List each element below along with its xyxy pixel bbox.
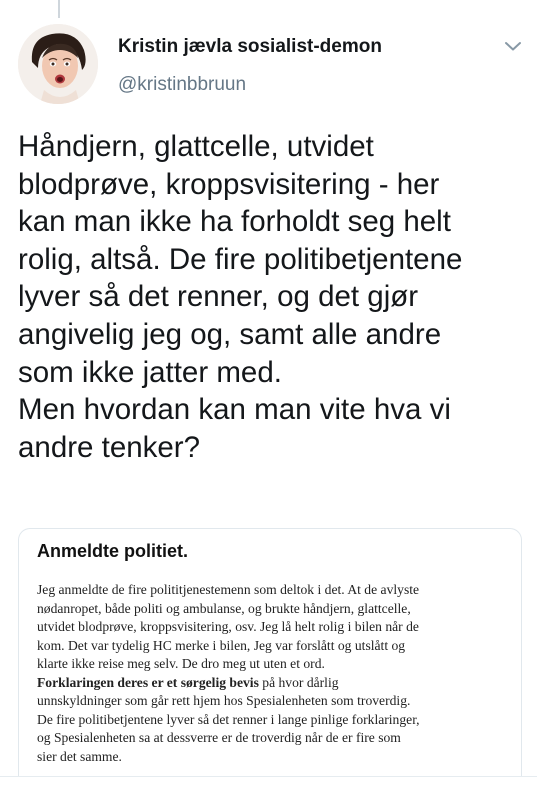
attached-image-line: sier det samme. — [37, 748, 122, 764]
attached-image-line: De fire politibetjentene lyver så det re… — [37, 711, 420, 727]
author-handle[interactable]: @kristinbbruun — [118, 74, 246, 96]
tweet-text-line: kan man ikke ha forholdt seg helt — [18, 205, 451, 239]
attached-image-line: utvidet blodprøve, kroppsvisitering, osv… — [37, 619, 419, 634]
avatar[interactable] — [18, 24, 98, 104]
tweet-text-line: Men hvordan kan man vite hva vi — [18, 393, 451, 427]
tweet-text: Håndjern, glattcelle, utvidet blodprøve,… — [18, 128, 528, 466]
tweet-text-line: rolig, altså. De fire politibetjentene — [18, 242, 463, 276]
profile-photo — [18, 24, 98, 104]
attached-image-line: nødanropet, både politi og ambulanse, og… — [37, 600, 411, 616]
tweet-text-line: angivelig jeg og, samt alle andre — [18, 317, 442, 351]
attached-image[interactable]: Anmeldte politiet. Jeg anmeldte de fire … — [18, 528, 522, 777]
tweet-text-line: andre tenker? — [18, 430, 201, 464]
attached-image-text: Jeg anmeldte de fire polititjenestemenn … — [37, 581, 517, 766]
attached-image-line: og Spesialenheten sa at dessverre er de … — [37, 730, 401, 745]
tweet-text-line: blodprøve, kroppsvisitering - her — [18, 167, 440, 201]
attached-image-line: kom. Det var tydelig HC merke i bilen, J… — [37, 637, 406, 653]
tweet-text-line: som ikke jatter med. — [18, 355, 282, 389]
thread-connector-line — [58, 0, 60, 18]
chevron-down-icon[interactable] — [504, 40, 522, 52]
tweet-text-line: lyver så det renner, og det gjør — [18, 280, 419, 314]
author-display-name[interactable]: Kristin jævla sosialist-demon — [118, 36, 382, 58]
tweet-text-line: Håndjern, glattcelle, utvidet — [18, 130, 374, 163]
attached-image-line: unnskyldninger som går rett hjem hos Spe… — [37, 693, 411, 708]
attached-image-line: Forklaringen deres er et sørgelig bevis … — [37, 674, 517, 693]
attached-image-bold-lead: Forklaringen deres er et sørgelig bevis — [37, 674, 259, 690]
attached-image-title: Anmeldte politiet. — [37, 541, 189, 561]
divider — [0, 776, 537, 777]
attached-image-line: klarte ikke reise meg selv. De dro meg u… — [37, 656, 325, 671]
attached-image-line: Jeg anmeldte de fire polititjenestemenn … — [37, 582, 420, 597]
attached-image-line-rest: på hvor dårlig — [262, 674, 339, 690]
